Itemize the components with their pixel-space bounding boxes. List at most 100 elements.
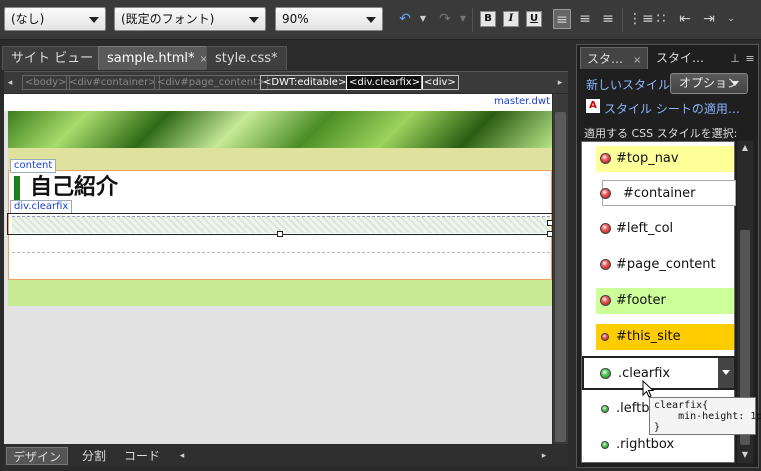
scroll-left-icon[interactable]: ◂ [176, 446, 188, 466]
style-dropdown-button[interactable] [718, 358, 734, 388]
tab-site-view[interactable]: サイト ビュー [2, 46, 103, 70]
toolbar-overflow-icon[interactable]: ⌄ [722, 9, 740, 29]
options-label: オプション [679, 76, 740, 90]
tooltip-line: clearfix{ [654, 400, 709, 411]
chevron-down-icon [366, 17, 376, 23]
unordered-list-icon[interactable]: ∷ [652, 9, 670, 29]
style-rule-icon [600, 223, 611, 234]
tag-dwt-editable[interactable]: <DWT:editable> [260, 75, 350, 90]
attach-stylesheet-icon: A [586, 99, 600, 113]
toolbar-divider [472, 8, 473, 32]
tag-container[interactable]: <div#container> [66, 75, 160, 90]
align-center-icon[interactable]: ≡ [576, 9, 594, 29]
div-boundary [12, 252, 550, 253]
tab-sample-html[interactable]: sample.html* × [98, 46, 217, 70]
tab-styles[interactable]: スタ… × [580, 47, 649, 69]
style-item-rightbox[interactable]: .rightbox [596, 432, 734, 458]
outdent-icon[interactable]: ⇤ [676, 9, 694, 29]
template-bar: master.dwt [4, 94, 552, 111]
new-style-link[interactable]: 新しいスタイル… [586, 76, 682, 93]
tag-page-content[interactable]: <div#page_content> [154, 75, 269, 90]
style-tooltip: clearfix{ min-height: 1px; } [649, 397, 761, 435]
tooltip-line: } [654, 422, 661, 433]
style-item-footer[interactable]: #footer [596, 288, 734, 314]
undo-icon[interactable]: ↶ [396, 9, 414, 29]
tag-body[interactable]: <body> [22, 75, 70, 90]
resize-handle[interactable] [277, 231, 283, 237]
style-rule-icon [601, 333, 609, 341]
chevron-down-icon [722, 370, 730, 375]
align-right-icon[interactable]: ≡ [599, 9, 617, 29]
options-button[interactable]: オプション [670, 73, 748, 94]
chevron-down-icon [249, 17, 259, 23]
font-select[interactable]: (既定のフォント) [114, 7, 266, 31]
tab-style-sheets[interactable]: スタイ… [650, 47, 710, 69]
scroll-up-icon[interactable]: ▲ [737, 141, 753, 155]
style-item-label: #footer [616, 293, 666, 308]
tab-label: スタイ… [656, 51, 705, 65]
tooltip-line: min-height: 1px; [678, 411, 761, 422]
tab-style-css[interactable]: style.css* [206, 46, 287, 70]
select-style-caption: 適用する CSS スタイルを選択: [584, 127, 738, 140]
style-rule-icon [600, 188, 611, 199]
redo-icon[interactable]: ↷ [436, 9, 454, 29]
scroll-right-icon[interactable]: ▸ [538, 446, 550, 466]
align-left-icon[interactable]: ≡ [553, 9, 571, 29]
toolbar-divider [622, 8, 623, 32]
resize-handle[interactable] [547, 220, 552, 226]
design-view-button[interactable]: デザイン [6, 447, 69, 465]
class-select[interactable]: (なし) [4, 7, 106, 31]
panel-menu-icon[interactable]: ≡ [741, 49, 759, 69]
style-item-label: .rightbox [616, 437, 675, 452]
code-view-button[interactable]: コード [118, 447, 166, 465]
style-item-container[interactable]: #container [602, 180, 736, 206]
tab-label: sample.html* [107, 51, 195, 66]
div-clearfix-label: div.clearfix [10, 200, 73, 214]
tab-label: style.css* [215, 51, 278, 66]
header-leaf-image [8, 111, 552, 148]
style-rule-icon [600, 368, 611, 379]
tag-div-clearfix[interactable]: <div.clearfix> [346, 75, 424, 90]
chevron-down-icon [89, 17, 99, 23]
ordered-list-icon[interactable]: ⋮≡ [628, 9, 654, 29]
undo-menu-icon[interactable]: ▼ [414, 9, 432, 29]
tab-label: サイト ビュー [11, 51, 94, 66]
page-heading[interactable]: 自己紹介 [14, 176, 118, 200]
style-item-label: #top_nav [616, 151, 679, 166]
split-view-button[interactable]: 分割 [76, 447, 112, 465]
style-item-clearfix[interactable]: .clearfix [582, 356, 736, 390]
attach-stylesheet-link[interactable]: スタイル シートの適用… [604, 100, 740, 117]
style-rule-icon [601, 405, 609, 413]
mouse-cursor-icon [642, 379, 656, 398]
size-select[interactable]: 90% [275, 7, 383, 31]
scroll-right-icon[interactable]: ▸ [554, 73, 566, 93]
indent-icon[interactable]: ⇥ [700, 9, 718, 29]
style-item-left-col[interactable]: #left_col [596, 216, 734, 242]
master-template-label[interactable]: master.dwt [494, 96, 550, 107]
scrollbar-thumb[interactable] [555, 112, 566, 442]
redo-menu-icon[interactable]: ▼ [454, 9, 472, 29]
style-rule-icon [601, 441, 609, 449]
class-select-value: (なし) [11, 12, 45, 26]
style-item-page-content[interactable]: #page_content [596, 252, 734, 278]
style-item-label: #page_content [616, 257, 716, 272]
scroll-down-icon[interactable]: ▼ [737, 448, 753, 462]
italic-button[interactable]: I [503, 11, 519, 27]
top-nav-region [8, 148, 552, 170]
formatting-toolbar: (なし) (既定のフォント) 90% ↶ ▼ ↷ ▼ B I U ≡ ≡ ≡ ⋮… [0, 0, 761, 40]
tag-div[interactable]: <div> [421, 75, 459, 90]
style-rule-icon [600, 259, 611, 270]
scroll-left-icon[interactable]: ◂ [4, 73, 16, 93]
style-item-label: #container [623, 186, 696, 201]
style-item-this-site[interactable]: #this_site [596, 324, 734, 350]
bold-button[interactable]: B [480, 11, 496, 27]
size-select-value: 90% [282, 12, 309, 26]
style-rule-icon [600, 295, 611, 306]
tab-label: スタ… [587, 52, 624, 66]
footer-region [8, 280, 552, 306]
style-item-top-nav[interactable]: #top_nav [596, 146, 734, 172]
resize-handle[interactable] [547, 231, 552, 237]
underline-button[interactable]: U [526, 11, 542, 27]
close-icon[interactable]: × [633, 55, 641, 66]
design-view[interactable]: master.dwt content 自己紹介 div.clearfix [4, 94, 552, 444]
